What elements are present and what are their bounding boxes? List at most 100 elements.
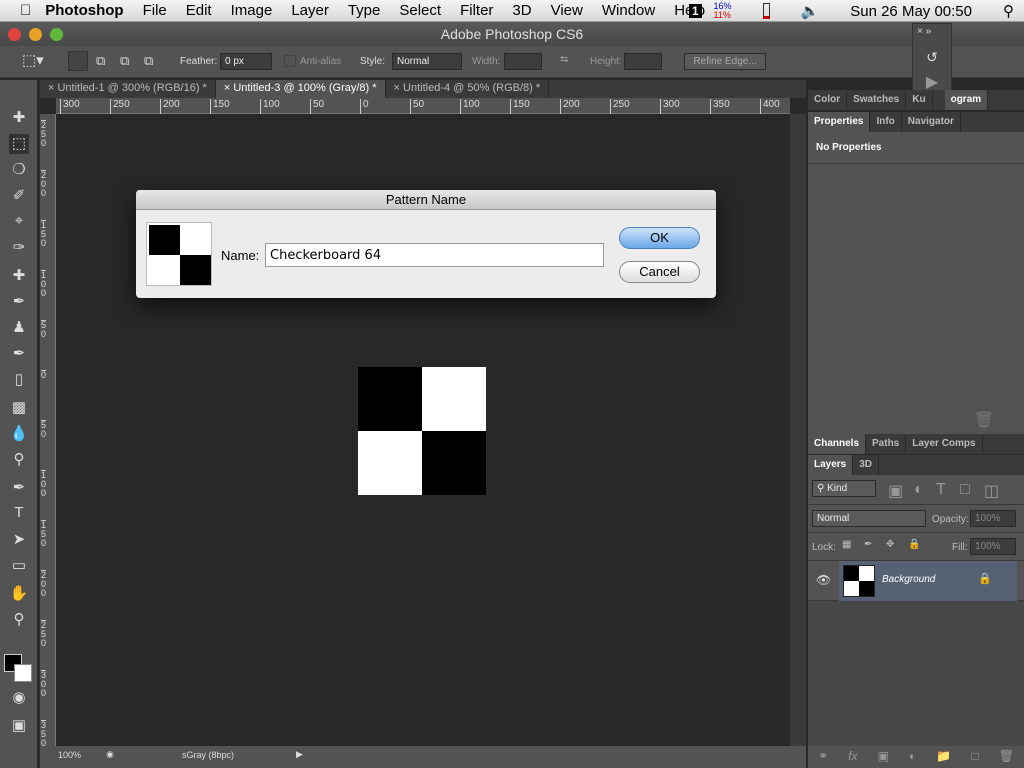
blur-tool-icon[interactable]: 💧: [9, 424, 29, 444]
menu-view[interactable]: View: [551, 2, 583, 19]
tab-kuler[interactable]: Ku: [906, 90, 933, 110]
tab-layers[interactable]: Layers: [808, 455, 854, 475]
menu-edit[interactable]: Edit: [186, 2, 212, 19]
crop-tool-icon[interactable]: ⌖: [9, 212, 29, 232]
add-mask-icon[interactable]: ▣: [878, 749, 889, 768]
menu-type[interactable]: Type: [348, 2, 381, 19]
type-tool-icon[interactable]: T: [9, 504, 29, 524]
eraser-tool-icon[interactable]: ▯: [9, 370, 29, 390]
visibility-eye-icon[interactable]: 👁: [816, 573, 831, 587]
spotlight-icon[interactable]: ⚲: [1003, 2, 1014, 20]
swap-icon[interactable]: ⇆: [560, 54, 568, 65]
status-arrow-icon[interactable]: ▶: [296, 749, 303, 760]
close-window-button[interactable]: [8, 28, 21, 41]
height-input[interactable]: [624, 53, 662, 70]
hand-tool-icon[interactable]: ✋: [9, 584, 29, 604]
menu-app[interactable]: Photoshop: [45, 2, 123, 19]
feather-input[interactable]: 0 px: [220, 53, 272, 70]
tab-3d[interactable]: 3D: [853, 455, 880, 475]
filter-adjustment-icon[interactable]: ◐: [914, 481, 924, 499]
zoom-window-button[interactable]: [50, 28, 63, 41]
tab-untitled-3[interactable]: × Untitled-3 @ 100% (Gray/8) *: [215, 80, 386, 98]
opacity-input[interactable]: 100%: [970, 510, 1016, 527]
add-selection-icon[interactable]: ⧉: [96, 53, 105, 69]
menu-image[interactable]: Image: [231, 2, 273, 19]
link-layers-icon[interactable]: ⚭: [818, 749, 828, 768]
tab-layer-comps[interactable]: Layer Comps: [906, 434, 983, 454]
fx-icon[interactable]: fx: [848, 749, 857, 768]
marquee-preset-icon[interactable]: ⬚▾: [22, 51, 44, 69]
tab-navigator[interactable]: Navigator: [902, 112, 961, 132]
gradient-tool-icon[interactable]: ▩: [9, 398, 29, 418]
marquee-tool-icon[interactable]: ⬚: [9, 134, 29, 154]
intersect-selection-icon[interactable]: ⧉: [144, 53, 153, 69]
tab-channels[interactable]: Channels: [808, 434, 867, 454]
eyedropper-tool-icon[interactable]: ✑: [9, 238, 29, 258]
quick-mask-icon[interactable]: ◉: [9, 688, 29, 708]
blend-mode-select[interactable]: Normal: [812, 510, 926, 527]
move-tool-icon[interactable]: ✚: [9, 108, 29, 128]
menu-filter[interactable]: Filter: [460, 2, 493, 19]
style-select[interactable]: Normal: [392, 53, 462, 70]
brush-tool-icon[interactable]: ✒: [9, 292, 29, 312]
history-brush-tool-icon[interactable]: ✒: [9, 344, 29, 364]
width-input[interactable]: [504, 53, 542, 70]
zoom-tool-icon[interactable]: ⚲: [9, 610, 29, 630]
adjustment-layer-icon[interactable]: ◐: [909, 749, 916, 768]
ok-button[interactable]: OK: [619, 227, 700, 249]
subtract-selection-icon[interactable]: ⧉: [120, 53, 129, 69]
history-icon[interactable]: ↺: [913, 49, 951, 66]
lasso-tool-icon[interactable]: ❍: [9, 160, 29, 180]
filter-smart-object-icon[interactable]: ◫: [984, 481, 999, 501]
pen-tool-icon[interactable]: ✒: [9, 478, 29, 498]
new-selection-icon[interactable]: [68, 51, 88, 71]
vertical-scrollbar[interactable]: [790, 114, 806, 746]
filter-shape-icon[interactable]: □: [960, 481, 970, 499]
tab-color[interactable]: Color: [808, 90, 848, 110]
tab-histogram[interactable]: ogram: [944, 90, 989, 110]
properties-trash-icon[interactable]: 🗑: [974, 410, 994, 430]
apple-icon[interactable]: : [20, 2, 31, 19]
layer-name[interactable]: Background: [882, 574, 935, 585]
lock-all-icon[interactable]: 🔒: [908, 539, 920, 550]
stamp-tool-icon[interactable]: ♟: [9, 318, 29, 338]
background-color-swatch[interactable]: [14, 664, 32, 682]
clock[interactable]: Sun 26 May 00:50: [850, 3, 972, 20]
menu-window[interactable]: Window: [602, 2, 655, 19]
layer-row-background[interactable]: 👁 Background 🔒: [808, 561, 1024, 601]
tab-info[interactable]: Info: [870, 112, 902, 132]
tab-paths[interactable]: Paths: [866, 434, 907, 454]
cpu-meter[interactable]: 16% 11%: [714, 2, 732, 20]
fill-input[interactable]: 100%: [970, 538, 1016, 555]
tab-untitled-4[interactable]: × Untitled-4 @ 50% (RGB/8) *: [386, 80, 550, 98]
tab-swatches[interactable]: Swatches: [847, 90, 907, 110]
healing-tool-icon[interactable]: ✚: [9, 266, 29, 286]
document-canvas[interactable]: [358, 367, 486, 495]
tab-properties[interactable]: Properties: [808, 112, 871, 132]
zoom-level[interactable]: 100%: [58, 750, 81, 760]
delete-layer-icon[interactable]: 🗑: [999, 749, 1014, 768]
lock-transparent-icon[interactable]: ▦: [842, 539, 851, 550]
lock-image-icon[interactable]: ✒: [864, 539, 872, 550]
pattern-name-input[interactable]: [265, 243, 604, 267]
menu-layer[interactable]: Layer: [291, 2, 329, 19]
filter-kind-select[interactable]: ⚲ Kind: [812, 480, 876, 497]
path-select-tool-icon[interactable]: ➤: [9, 530, 29, 550]
antialias-checkbox[interactable]: [284, 55, 296, 67]
dodge-tool-icon[interactable]: ⚲: [9, 450, 29, 470]
menu-select[interactable]: Select: [399, 2, 441, 19]
refine-edge-button[interactable]: Refine Edge...: [684, 53, 766, 70]
screen-mode-icon[interactable]: ▣: [9, 716, 29, 736]
lock-position-icon[interactable]: ✥: [886, 539, 894, 550]
shape-tool-icon[interactable]: ▭: [9, 556, 29, 576]
minimize-window-button[interactable]: [29, 28, 42, 41]
cancel-button[interactable]: Cancel: [619, 261, 700, 283]
space-indicator[interactable]: 1: [688, 4, 702, 18]
menu-file[interactable]: File: [143, 2, 167, 19]
tab-untitled-1[interactable]: × Untitled-1 @ 300% (RGB/16) *: [40, 80, 216, 98]
filter-type-icon[interactable]: T: [936, 481, 946, 499]
new-layer-icon[interactable]: □: [971, 749, 978, 768]
actions-play-icon[interactable]: ▶: [913, 72, 951, 92]
new-group-icon[interactable]: 📁: [936, 749, 951, 768]
quick-select-tool-icon[interactable]: ✐: [9, 186, 29, 206]
